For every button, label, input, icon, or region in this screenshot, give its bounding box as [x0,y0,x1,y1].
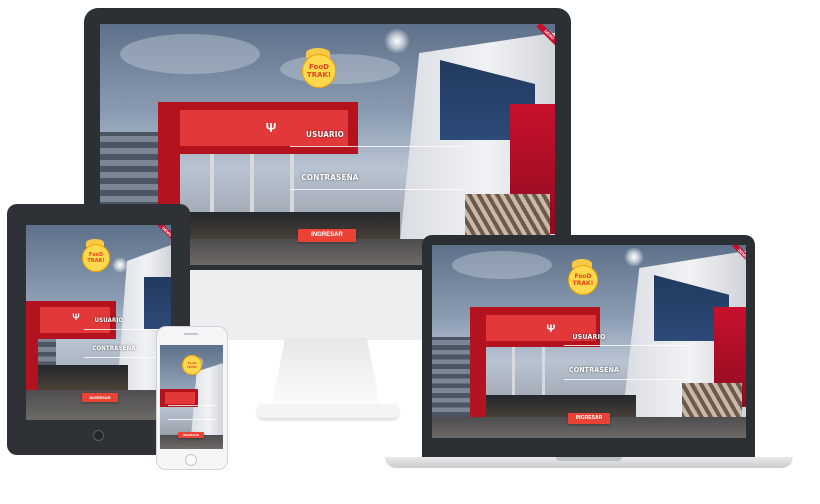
password-input[interactable] [168,419,216,420]
laptop-screen: DEMO FooD TRAK! Ψ USUARIO CONTRASEÑA ING… [432,245,746,438]
username-input[interactable] [290,146,466,147]
app-logo: FooD TRAK! [302,54,336,88]
username-label: USUARIO [94,317,124,324]
phone-screen: FooD TRAK! INGRESAR [160,345,223,449]
username-input[interactable] [564,345,688,346]
login-button[interactable]: INGRESAR [178,432,204,438]
password-label: CONTRASEÑA [568,366,620,374]
upc-flame-icon: Ψ [546,323,556,335]
login-button[interactable]: INGRESAR [82,393,118,402]
password-input[interactable] [290,189,466,190]
login-button[interactable]: INGRESAR [298,229,356,242]
password-input[interactable] [564,379,688,380]
app-logo: FooD TRAK! [182,355,202,375]
app-logo: FooD TRAK! [568,265,598,295]
password-label: CONTRASEÑA [301,173,359,182]
username-input[interactable] [168,405,216,406]
monitor-foot [258,404,398,418]
login-button[interactable]: INGRESAR [568,413,610,424]
home-button-icon [93,430,104,441]
username-input[interactable] [84,329,166,330]
password-input[interactable] [84,357,166,358]
phone-speaker [184,333,198,335]
username-label: USUARIO [306,130,344,139]
app-logo: FooD TRAK! [82,244,110,272]
upc-flame-icon: Ψ [72,312,80,322]
tablet-screen: DEMO FooD TRAK! Ψ USUARIO CONTRASEÑA ING… [26,225,171,420]
laptop-notch [556,457,622,461]
upc-flame-icon: Ψ [265,120,277,135]
username-label: USUARIO [572,333,606,341]
home-button-icon [185,454,197,466]
password-label: CONTRASEÑA [92,345,136,352]
